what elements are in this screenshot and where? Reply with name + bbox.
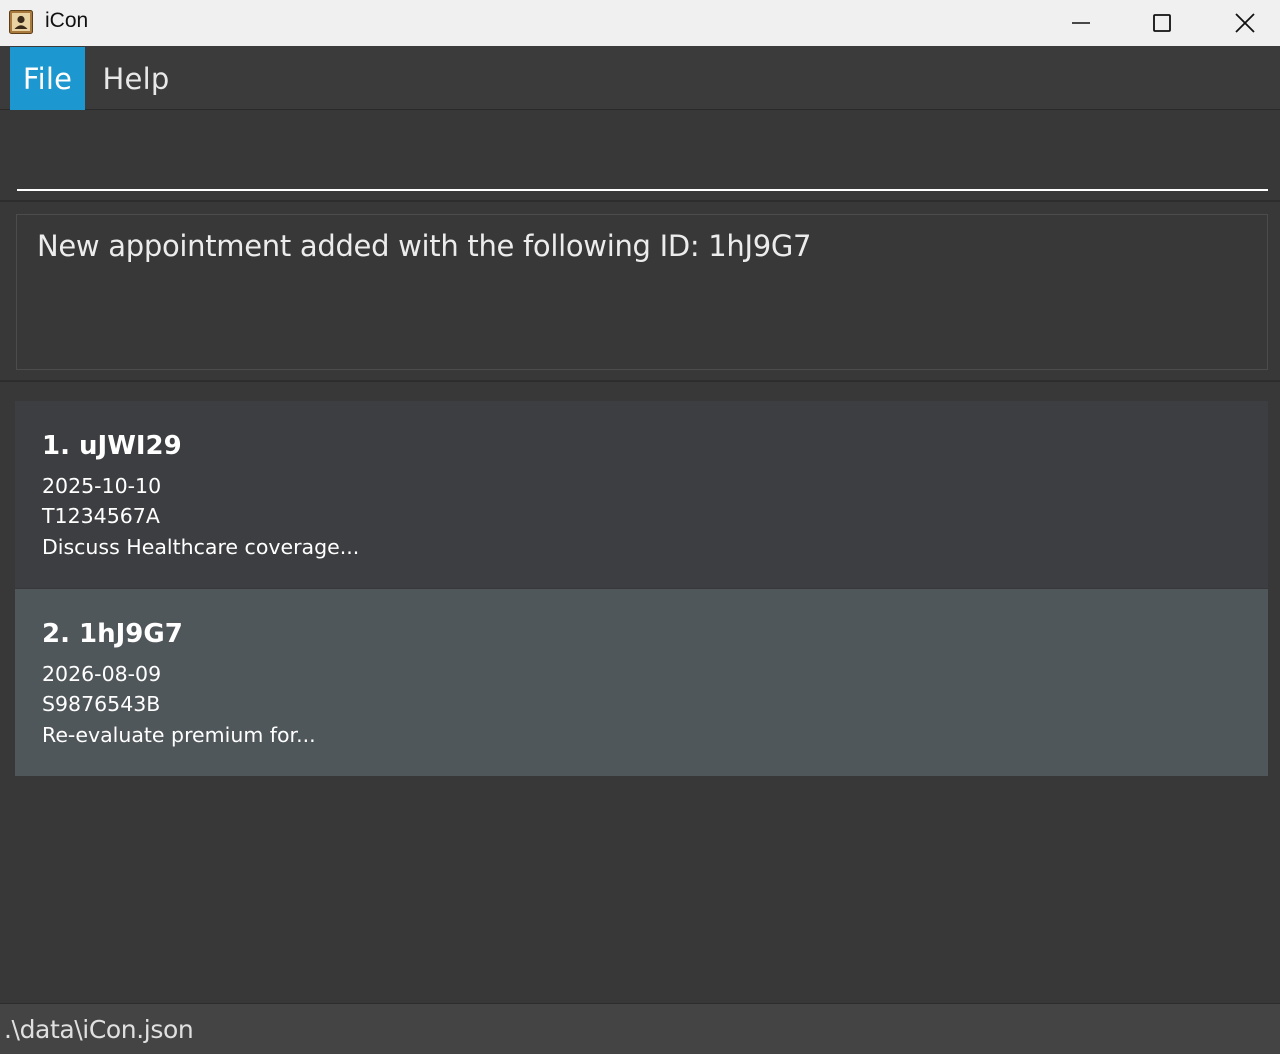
minimize-button[interactable] <box>1040 0 1122 46</box>
appointment-list[interactable]: 1. uJWI29 2025-10-10 T1234567A Discuss H… <box>0 384 1280 1003</box>
status-bar: .\data\iCon.json <box>0 1003 1280 1054</box>
appointment-nric: T1234567A <box>42 504 160 528</box>
appointment-description: Re-evaluate premium for... <box>42 723 316 747</box>
menu-bar: File Help <box>0 46 1280 110</box>
maximize-icon <box>1153 14 1171 32</box>
appointment-description: Discuss Healthcare coverage... <box>42 535 360 559</box>
command-box <box>0 111 1280 202</box>
minimize-icon <box>1072 22 1090 24</box>
appointment-title: 2. 1hJ9G7 <box>42 619 183 649</box>
appointment-date: 2026-08-09 <box>42 662 162 686</box>
menu-file[interactable]: File <box>10 47 85 110</box>
appointment-card-selected[interactable]: 2. 1hJ9G7 2026-08-09 S9876543B Re-evalua… <box>15 589 1268 776</box>
appointment-date: 2025-10-10 <box>42 474 162 498</box>
window-title: iCon <box>45 9 89 32</box>
appointment-title: 1. uJWI29 <box>42 431 182 461</box>
close-button[interactable] <box>1204 0 1280 46</box>
menu-help[interactable]: Help <box>88 47 184 110</box>
result-display: New appointment added with the following… <box>0 204 1280 382</box>
result-box[interactable]: New appointment added with the following… <box>16 214 1268 370</box>
app-window: iCon File Help New appointment added wit… <box>0 0 1280 1054</box>
appointment-card[interactable]: 1. uJWI29 2025-10-10 T1234567A Discuss H… <box>15 401 1268 588</box>
close-icon <box>1235 13 1255 33</box>
command-input[interactable] <box>17 147 1268 191</box>
result-message: New appointment added with the following… <box>37 229 812 263</box>
save-file-path: .\data\iCon.json <box>4 1015 194 1044</box>
appointment-nric: S9876543B <box>42 692 161 716</box>
title-bar[interactable]: iCon <box>0 0 1280 46</box>
contact-book-icon <box>9 10 33 34</box>
maximize-button[interactable] <box>1121 0 1203 46</box>
